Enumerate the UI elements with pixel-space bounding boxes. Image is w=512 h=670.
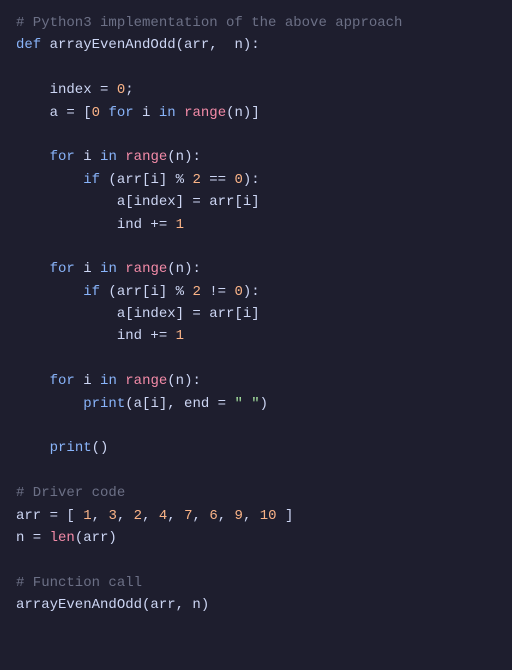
keyword-def: def [16, 34, 50, 56]
code-line-5: a = [0 for i in range(n)] [16, 102, 496, 124]
code-line-2: def arrayEvenAndOdd(arr, n): [16, 34, 496, 56]
comment-function: # Function call [16, 572, 142, 594]
code-line-21 [16, 460, 496, 482]
code-line-9: a[index] = arr[i] [16, 191, 496, 213]
code-line-13: if (arr[i] % 2 != 0): [16, 281, 496, 303]
code-line-14: a[index] = arr[i] [16, 303, 496, 325]
code-line-4: index = 0; [16, 79, 496, 101]
code-line-16 [16, 348, 496, 370]
code-line-11 [16, 236, 496, 258]
func-name: arrayEvenAndOdd(arr, n): [50, 34, 260, 56]
code-line-23: arr = [ 1, 3, 2, 4, 7, 6, 9, 10 ] [16, 505, 496, 527]
code-container: # Python3 implementation of the above ap… [0, 0, 512, 670]
code-line-10: ind += 1 [16, 214, 496, 236]
comment-1: # Python3 implementation of the above ap… [16, 12, 402, 34]
code-line-7: for i in range(n): [16, 146, 496, 168]
code-line-8: if (arr[i] % 2 == 0): [16, 169, 496, 191]
code-line-19 [16, 415, 496, 437]
code-line-24: n = len(arr) [16, 527, 496, 549]
code-line-6 [16, 124, 496, 146]
code-line-12: for i in range(n): [16, 258, 496, 280]
code-line-1: # Python3 implementation of the above ap… [16, 12, 496, 34]
code-line-18: print(a[i], end = " ") [16, 393, 496, 415]
code-line-17: for i in range(n): [16, 370, 496, 392]
code-line-25 [16, 549, 496, 571]
indent-4: index [16, 79, 100, 101]
comment-driver: # Driver code [16, 482, 125, 504]
code-line-26: # Function call [16, 572, 496, 594]
code-line-15: ind += 1 [16, 325, 496, 347]
code-line-27: arrayEvenAndOdd(arr, n) [16, 594, 496, 616]
code-line-20: print() [16, 437, 496, 459]
code-line-3 [16, 57, 496, 79]
code-line-22: # Driver code [16, 482, 496, 504]
